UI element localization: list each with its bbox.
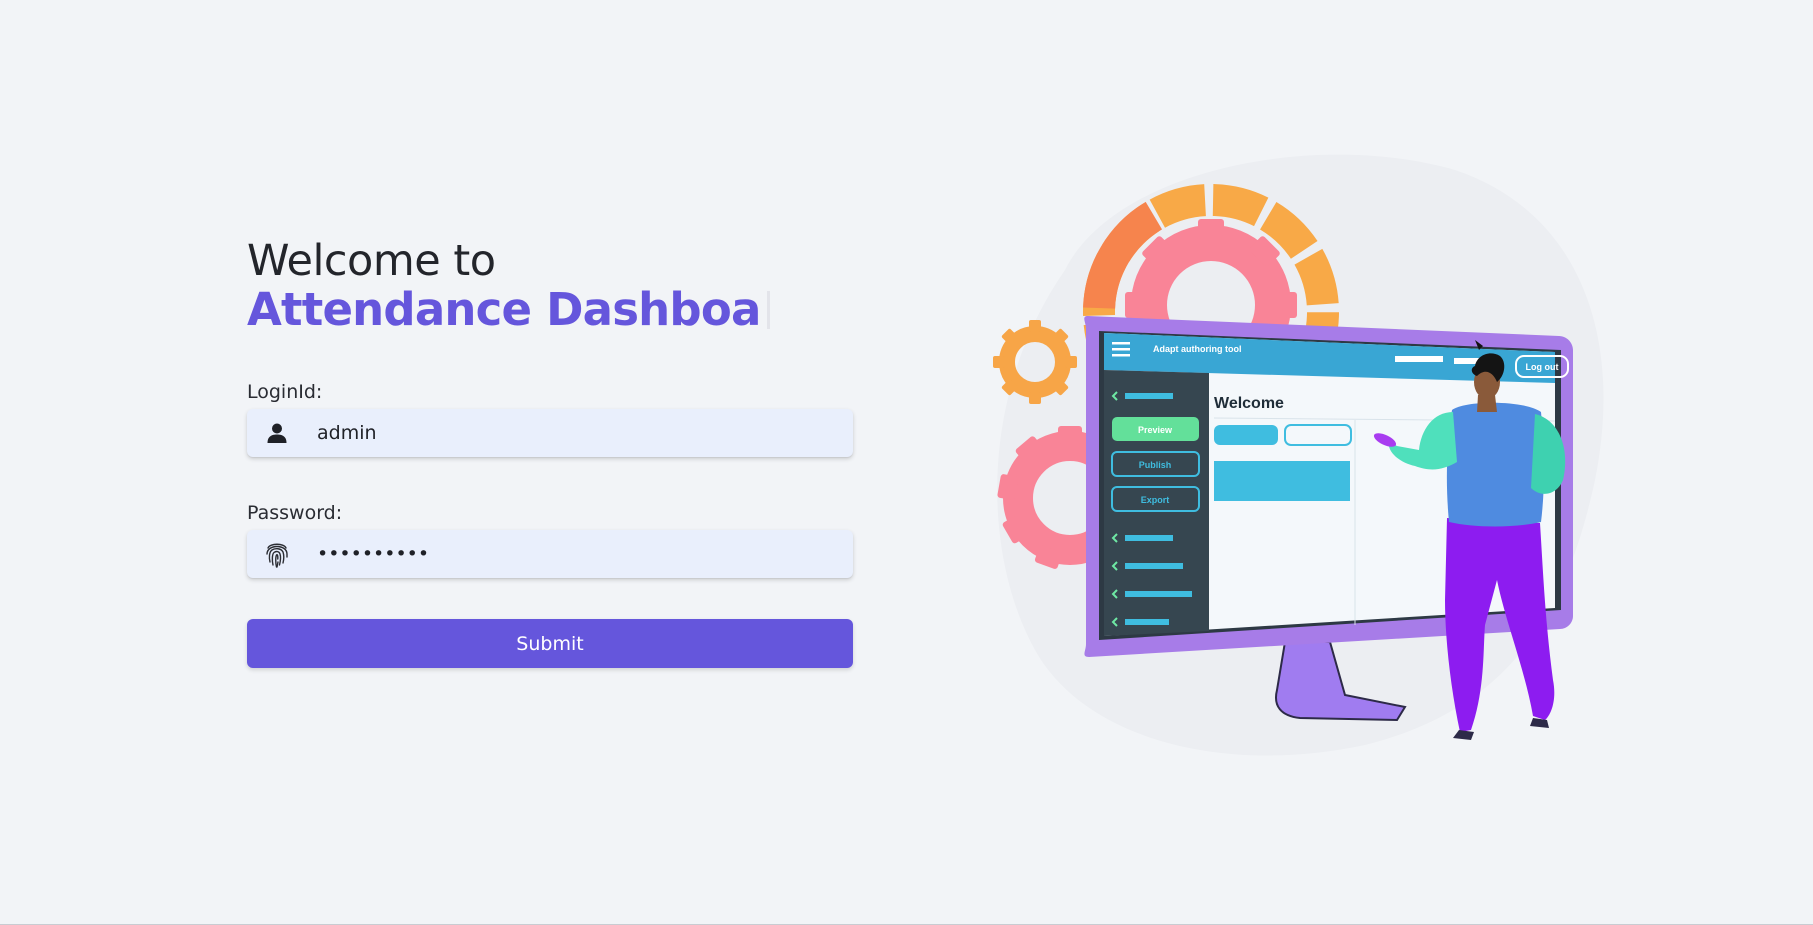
login-id-input[interactable] bbox=[307, 409, 853, 457]
password-label: Password: bbox=[247, 502, 343, 524]
login-page: Welcome to Attendance Dashboa LoginId: P… bbox=[0, 0, 1813, 925]
app-name-text: Attendance Dashboa bbox=[247, 283, 761, 336]
screen-publish-label: Publish bbox=[1139, 460, 1172, 470]
password-field[interactable] bbox=[247, 530, 853, 578]
login-id-label: LoginId: bbox=[247, 381, 323, 403]
password-input[interactable] bbox=[307, 530, 853, 578]
fingerprint-icon bbox=[247, 530, 307, 578]
welcome-heading: Welcome to bbox=[247, 236, 496, 286]
screen-export-label: Export bbox=[1141, 495, 1170, 505]
submit-button[interactable]: Submit bbox=[247, 619, 853, 668]
login-id-field[interactable] bbox=[247, 409, 853, 457]
screen-logout-label: Log out bbox=[1526, 362, 1559, 372]
screen-preview-label: Preview bbox=[1138, 425, 1173, 435]
user-icon bbox=[247, 409, 307, 457]
dashboard-illustration: Adapt authoring tool Log out Preview Pub… bbox=[993, 154, 1604, 756]
screen-welcome-text: Welcome bbox=[1214, 395, 1284, 412]
screen-app-title: Adapt authoring tool bbox=[1153, 344, 1241, 354]
login-panel: Welcome to Attendance Dashboa LoginId: P… bbox=[247, 236, 853, 668]
typing-cursor bbox=[766, 291, 770, 329]
app-name-heading: Attendance Dashboa bbox=[247, 286, 853, 334]
